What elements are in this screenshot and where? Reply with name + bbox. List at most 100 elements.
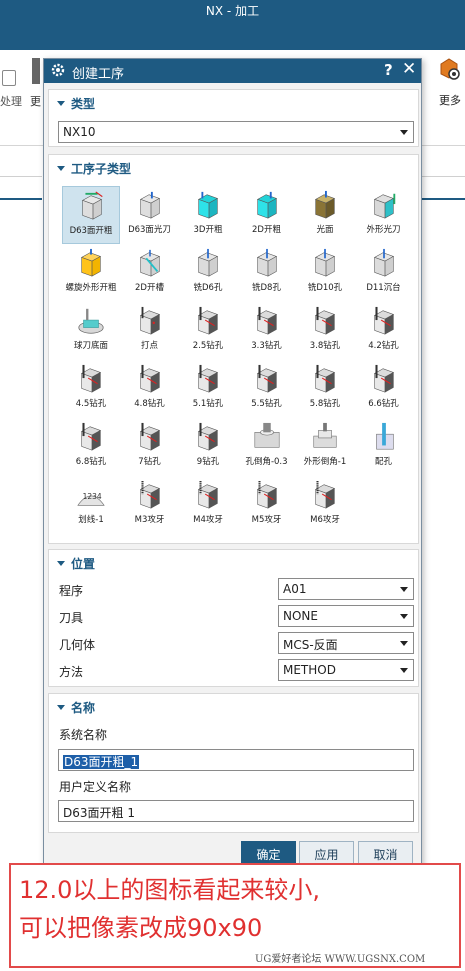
subtype-tile[interactable]: M6攻牙	[296, 476, 354, 534]
subtype-tile[interactable]: M3攻牙	[121, 476, 179, 534]
ribbon-fragment-2: 更	[30, 95, 41, 108]
subtype-tile[interactable]: 9钻孔	[179, 418, 237, 476]
more-label: 更多	[439, 94, 461, 107]
geometry-select[interactable]: MCS-反面	[278, 632, 414, 654]
subtype-tile[interactable]: 3D开粗	[179, 186, 237, 244]
collapse-icon	[57, 166, 65, 171]
help-button[interactable]: ?	[384, 61, 393, 79]
ball-floor-icon	[78, 308, 104, 334]
apply-button[interactable]: 应用	[299, 841, 354, 865]
method-label: 方法	[59, 665, 84, 679]
subtype-tile[interactable]: 打点	[121, 302, 179, 360]
subtype-tile-label: 3.3钻孔	[251, 341, 282, 351]
svg-text:1234: 1234	[83, 492, 102, 501]
subtype-tile[interactable]: 1234 划线-1	[62, 476, 120, 534]
subtype-tile[interactable]: 铣D8孔	[238, 244, 296, 302]
drill-icon	[373, 306, 394, 335]
subtype-tile[interactable]: 外形光刀	[355, 186, 413, 244]
tool-select[interactable]: NONE	[278, 605, 414, 627]
subtype-tile-label: 划线-1	[78, 515, 104, 525]
ok-button[interactable]: 确定	[241, 841, 296, 865]
subtype-tile[interactable]: 球刀底面	[62, 302, 120, 360]
3d-rough-icon	[197, 191, 219, 219]
subtype-tile-label: 6.8钻孔	[75, 457, 107, 467]
ribbon-fragment-left: 处理	[0, 95, 22, 108]
subtype-tile[interactable]: D63面开粗	[62, 186, 120, 244]
subtype-tile[interactable]: 5.1钻孔	[179, 360, 237, 418]
subtype-tile[interactable]: 7钻孔	[121, 418, 179, 476]
subtype-tile[interactable]: 3.3钻孔	[238, 302, 296, 360]
engrave-icon: 1234	[77, 492, 105, 506]
subtype-tile-label: M3攻牙	[134, 515, 165, 525]
chevron-down-icon	[400, 668, 408, 673]
annotation-line-1: 12.0以上的图标看起来较小,	[19, 876, 321, 904]
subtype-tile-label: M4攻牙	[193, 515, 223, 525]
ribbon-tool-icon[interactable]	[32, 58, 40, 84]
drill-icon	[197, 306, 219, 335]
chevron-down-icon	[400, 130, 408, 135]
chevron-down-icon	[400, 641, 408, 646]
tool-label: 刀具	[59, 611, 84, 625]
subtype-tile-label: 光面	[316, 225, 334, 235]
subtype-tile[interactable]: 配孔	[355, 418, 413, 476]
subtype-tile-label: M5攻牙	[251, 515, 282, 525]
subtype-tile-label: 3D开粗	[193, 225, 223, 235]
subtype-tile[interactable]: 6.6钻孔	[355, 360, 413, 418]
annotation-line-2: 可以把像素改成90x90	[19, 914, 263, 942]
subtype-tile[interactable]: 光面	[296, 186, 354, 244]
subtype-tile[interactable]: D63面光刀	[121, 186, 179, 244]
subtype-tile[interactable]: 4.8钻孔	[121, 360, 179, 418]
subtype-tile-label: 配孔	[374, 457, 392, 467]
subtype-tile[interactable]: 6.8钻孔	[62, 418, 120, 476]
subtype-tile[interactable]: 2D开粗	[238, 186, 296, 244]
mill-d6-hole-icon	[197, 248, 219, 277]
type-group-header[interactable]: 类型	[57, 95, 95, 112]
subtype-tile[interactable]: M5攻牙	[238, 476, 296, 534]
drill-icon	[314, 306, 336, 335]
drill-icon	[80, 364, 102, 393]
location-group: 位置 程序 A01 刀具 NONE 几何体 MCS-反面 方法 METHOD	[48, 549, 419, 687]
program-select[interactable]: A01	[278, 578, 414, 600]
subtype-group-header[interactable]: 工序子类型	[57, 160, 131, 177]
2d-slot-icon	[139, 249, 160, 277]
subtype-tile[interactable]: 3.8钻孔	[296, 302, 354, 360]
subtype-tile[interactable]: 螺旋外形开粗	[62, 244, 120, 302]
tap-icon	[197, 480, 219, 509]
geometry-label: 几何体	[59, 638, 96, 652]
type-select[interactable]: NX10	[58, 121, 414, 143]
subtype-tile[interactable]: 孔倒角-0.3	[238, 418, 296, 476]
location-group-header[interactable]: 位置	[57, 555, 95, 572]
more-button[interactable]: 更多	[434, 56, 464, 112]
subtype-tile-label: 球刀底面	[73, 341, 108, 351]
close-button[interactable]: ✕	[402, 59, 416, 79]
program-label: 程序	[59, 584, 84, 598]
subtype-tile-label: 2.5钻孔	[192, 341, 224, 351]
subtype-tile[interactable]: 2.5钻孔	[179, 302, 237, 360]
subtype-tile[interactable]: 铣D10孔	[296, 244, 354, 302]
profile-chamfer-icon	[313, 422, 337, 448]
subtype-tile[interactable]: 铣D6孔	[179, 244, 237, 302]
subtype-tile[interactable]: 4.5钻孔	[62, 360, 120, 418]
collapse-icon	[57, 705, 65, 710]
user-name-field[interactable]: D63面开粗 1	[58, 800, 414, 822]
subtype-tile-label: 7钻孔	[138, 457, 161, 467]
process-icon[interactable]	[2, 70, 16, 86]
subtype-tile[interactable]: 外形倒角-1	[296, 418, 354, 476]
subtype-tile[interactable]: M4攻牙	[179, 476, 237, 534]
subtype-tile-label: 2D开槽	[135, 283, 164, 293]
chevron-down-icon	[400, 614, 408, 619]
subtype-tile[interactable]: 5.8钻孔	[296, 360, 354, 418]
subtype-tile[interactable]: 4.2钻孔	[355, 302, 413, 360]
cancel-button[interactable]: 取消	[358, 841, 413, 865]
dialog-titlebar[interactable]: 创建工序 ? ✕	[44, 59, 421, 83]
subtype-group: 工序子类型 D63面开粗 D63面光刀 3D开粗 2D开粗 光面 外形光刀 螺旋…	[48, 154, 419, 544]
subtype-tile[interactable]: D11沉台	[355, 244, 413, 302]
name-group-header[interactable]: 名称	[57, 699, 95, 716]
subtype-tile[interactable]: 2D开槽	[121, 244, 179, 302]
method-select[interactable]: METHOD	[278, 659, 414, 681]
subtype-tile-label: 螺旋外形开粗	[65, 283, 117, 293]
subtype-tile[interactable]: 5.5钻孔	[238, 360, 296, 418]
subtype-tile-label: 9钻孔	[196, 457, 220, 467]
system-name-field[interactable]: D63面开粗_1	[58, 749, 414, 771]
user-name-label: 用户定义名称	[59, 780, 132, 794]
